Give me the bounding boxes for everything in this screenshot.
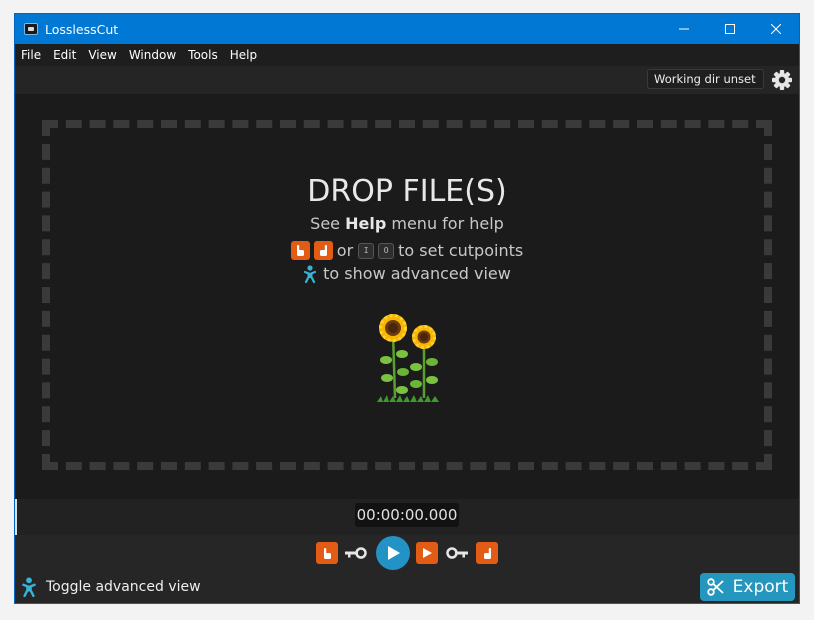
scissors-icon [706,578,724,596]
drop-zone-border [42,120,772,470]
settings-button[interactable] [771,69,793,91]
menu-bar: File Edit View Window Tools Help [15,44,799,66]
app-icon [24,23,38,35]
key-o: O [378,242,395,259]
export-button[interactable]: Export [700,573,795,601]
timeline-cursor[interactable] [15,499,17,535]
or-text: or [336,241,354,260]
set-cut-end-button[interactable] [476,542,498,564]
timeline[interactable]: 00:00:00.000 [15,499,799,535]
help-menu-ref: Help [345,214,387,233]
close-icon [771,24,781,34]
export-label: Export [732,577,789,597]
menu-window[interactable]: Window [129,48,176,62]
set-cut-start-button[interactable] [316,542,338,564]
jump-cut-start-button[interactable] [345,545,367,561]
maximize-icon [725,24,735,34]
play-icon [388,546,400,560]
drop-zone[interactable]: DROP FILE(S) See Help menu for help or I… [15,94,799,499]
key-icon [446,547,468,559]
menu-tools[interactable]: Tools [188,48,218,62]
window-title: LosslessCut [45,21,119,37]
baby-icon [21,577,37,597]
app-window: LosslessCut File Edit View Window Tools … [14,13,800,604]
hand-point-right-icon [483,547,491,559]
baby-icon [303,264,317,283]
hand-point-right-icon [313,241,333,260]
help-hint: See Help menu for help [15,214,799,233]
playback-controls [15,535,799,572]
advanced-text: to show advanced view [323,264,511,283]
jump-cut-end-button[interactable] [446,545,468,561]
step-icon [423,548,432,558]
advanced-hint: to show advanced view [15,264,799,283]
cutpoints-text: to set cutpoints [398,241,524,260]
menu-edit[interactable]: Edit [53,48,76,62]
key-i: I [358,242,375,259]
maximize-button[interactable] [707,14,753,44]
hand-point-left-icon [323,547,331,559]
drop-title: DROP FILE(S) [307,174,507,209]
toggle-advanced-button[interactable]: Toggle advanced view [21,577,201,597]
bottom-bar: Toggle advanced view Export [15,572,799,603]
help-prefix: See [310,214,346,233]
step-forward-button[interactable] [416,542,438,564]
toggle-advanced-label: Toggle advanced view [46,579,201,595]
menu-file[interactable]: File [21,48,41,62]
cutpoints-hint: or I O to set cutpoints [15,241,799,260]
sunflower-icon [375,312,441,404]
help-suffix: menu for help [386,214,504,233]
settings-gear-icon [772,70,792,90]
menu-view[interactable]: View [88,48,116,62]
title-bar: LosslessCut [15,14,799,44]
menu-help[interactable]: Help [230,48,257,62]
working-dir-button[interactable]: Working dir unset [647,69,764,89]
minimize-icon [679,28,689,30]
timecode-display[interactable]: 00:00:00.000 [355,503,459,527]
key-icon [345,547,367,559]
hand-point-left-icon [290,241,310,260]
close-button[interactable] [753,14,799,44]
top-toolbar: Working dir unset [15,66,799,94]
minimize-button[interactable] [661,14,707,44]
play-button[interactable] [376,536,410,570]
